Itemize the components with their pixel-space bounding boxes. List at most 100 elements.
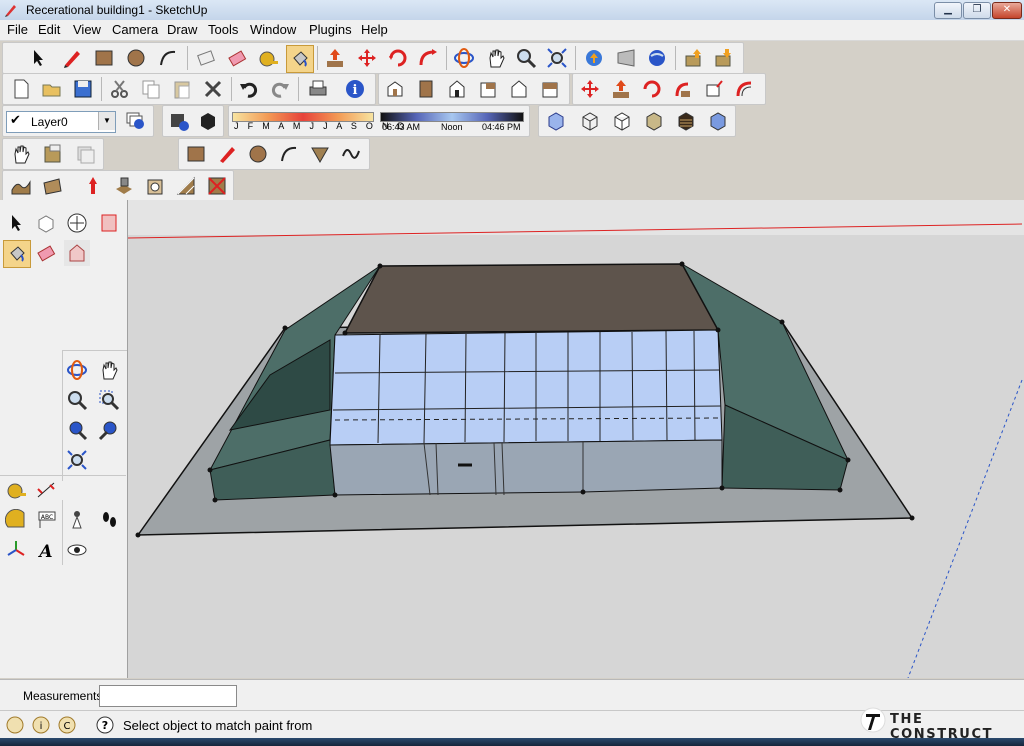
- tape-measure-icon[interactable]: [255, 45, 281, 71]
- palette-section-plane-icon[interactable]: [96, 210, 122, 236]
- palette-text-icon[interactable]: ABC: [33, 507, 59, 533]
- pencil-icon[interactable]: [59, 45, 85, 71]
- palette-previous-icon[interactable]: [64, 417, 90, 443]
- google-earth-icon[interactable]: [644, 45, 670, 71]
- menu-file[interactable]: File: [7, 22, 28, 37]
- push-sandbox-icon[interactable]: [608, 76, 634, 102]
- hidden-line-icon[interactable]: [609, 108, 635, 134]
- copy-icon[interactable]: [138, 76, 164, 102]
- xray-icon[interactable]: [543, 108, 569, 134]
- orbit-icon[interactable]: [451, 45, 477, 71]
- redo-icon[interactable]: [267, 76, 293, 102]
- close-button[interactable]: ✕: [992, 2, 1022, 19]
- maximize-button[interactable]: ❐: [963, 2, 991, 19]
- palette-select-icon[interactable]: [3, 210, 29, 236]
- model-canvas[interactable]: [128, 200, 1024, 678]
- palette-next-icon[interactable]: [96, 417, 122, 443]
- model-viewport[interactable]: [128, 200, 1024, 678]
- component-box-icon[interactable]: [195, 108, 221, 134]
- palette-look-around-icon[interactable]: [64, 537, 90, 563]
- palette-protractor-icon[interactable]: [3, 507, 29, 533]
- monochrome-icon[interactable]: [705, 108, 731, 134]
- circle-icon[interactable]: [123, 45, 149, 71]
- flip-edge-icon[interactable]: [204, 173, 230, 199]
- help-icon[interactable]: ?: [92, 712, 118, 738]
- from-contours-icon[interactable]: [8, 173, 34, 199]
- palette-zoom-window-icon[interactable]: [96, 387, 122, 413]
- palette-paint-bucket-icon[interactable]: [3, 240, 31, 268]
- right-view-icon[interactable]: [475, 76, 501, 102]
- open-icon[interactable]: [39, 76, 65, 102]
- undo-icon[interactable]: [236, 76, 262, 102]
- arc-icon[interactable]: [155, 45, 181, 71]
- paint-bucket-icon[interactable]: [286, 45, 314, 73]
- palette-axes-tool-icon[interactable]: [3, 537, 29, 563]
- draw-line-icon[interactable]: [214, 141, 240, 167]
- hand-icon[interactable]: [8, 141, 34, 167]
- palette-make-component-icon[interactable]: [33, 210, 59, 236]
- menu-edit[interactable]: Edit: [38, 22, 60, 37]
- palette-3d-text-icon[interactable]: A: [33, 537, 59, 563]
- model-info-icon[interactable]: i: [342, 76, 368, 102]
- save-icon[interactable]: [70, 76, 96, 102]
- rotate-icon[interactable]: [385, 45, 411, 71]
- palette-position-camera-icon[interactable]: [64, 507, 90, 533]
- wireframe-icon[interactable]: [577, 108, 603, 134]
- offset-icon[interactable]: [732, 76, 758, 102]
- menu-window[interactable]: Window: [250, 22, 296, 37]
- shaded-icon[interactable]: [641, 108, 667, 134]
- draw-circle-icon[interactable]: [245, 141, 271, 167]
- delete-icon[interactable]: [200, 76, 226, 102]
- geo-location-icon[interactable]: [2, 712, 28, 738]
- zoom-extents-icon[interactable]: [544, 45, 570, 71]
- iso-view-icon[interactable]: [382, 76, 408, 102]
- credits-icon[interactable]: i: [28, 712, 54, 738]
- menu-plugins[interactable]: Plugins: [309, 22, 352, 37]
- layer-manager-icon[interactable]: [122, 107, 148, 133]
- cut-icon[interactable]: [107, 76, 133, 102]
- scale-icon[interactable]: [701, 76, 727, 102]
- share-model-icon[interactable]: [613, 45, 639, 71]
- front-view-icon[interactable]: [444, 76, 470, 102]
- new-file-icon[interactable]: [8, 76, 34, 102]
- palette-pan-icon[interactable]: [96, 357, 122, 383]
- palette-zoom-extents-icon[interactable]: [64, 447, 90, 473]
- draw-rectangle-icon[interactable]: [183, 141, 209, 167]
- drape-icon[interactable]: [142, 173, 168, 199]
- eraser-icon[interactable]: [224, 45, 250, 71]
- palette-walk-icon[interactable]: [96, 507, 122, 533]
- menu-view[interactable]: View: [73, 22, 101, 37]
- get-models-icon[interactable]: [581, 45, 607, 71]
- menu-draw[interactable]: Draw: [167, 22, 197, 37]
- add-detail-icon[interactable]: [173, 173, 199, 199]
- menu-tools[interactable]: Tools: [208, 22, 238, 37]
- chevron-down-icon[interactable]: ▼: [98, 112, 115, 130]
- time-slider[interactable]: [380, 112, 524, 122]
- palette-zoom-icon[interactable]: [64, 387, 90, 413]
- erase-icon[interactable]: [193, 45, 219, 71]
- palette-orbit-icon[interactable]: [64, 357, 90, 383]
- entity-info-icon[interactable]: [166, 108, 192, 134]
- measurements-input[interactable]: [99, 685, 237, 707]
- back-view-icon[interactable]: [506, 76, 532, 102]
- stamp-icon[interactable]: [111, 173, 137, 199]
- palette-tape-icon[interactable]: [3, 477, 29, 503]
- layer-dropdown[interactable]: ✔ Layer0 ▼: [6, 111, 116, 133]
- move-icon[interactable]: [354, 45, 380, 71]
- follow-me-icon[interactable]: [415, 45, 441, 71]
- push-pull-icon[interactable]: [322, 45, 348, 71]
- top-view-icon[interactable]: [413, 76, 439, 102]
- copyright-icon[interactable]: C: [54, 712, 80, 738]
- smoove-icon[interactable]: [80, 173, 106, 199]
- print-icon[interactable]: [305, 76, 331, 102]
- pan-icon[interactable]: [483, 45, 509, 71]
- palette-dimension-icon[interactable]: [33, 477, 59, 503]
- rectangle-icon[interactable]: [91, 45, 117, 71]
- draw-polygon-icon[interactable]: [307, 141, 333, 167]
- share-component-icon[interactable]: [711, 45, 737, 71]
- select-icon[interactable]: [25, 45, 51, 71]
- draw-arc-icon[interactable]: [276, 141, 302, 167]
- layer-disabled-icon[interactable]: [72, 141, 98, 167]
- from-scratch-icon[interactable]: [39, 173, 65, 199]
- rotate-sandbox-icon[interactable]: [639, 76, 665, 102]
